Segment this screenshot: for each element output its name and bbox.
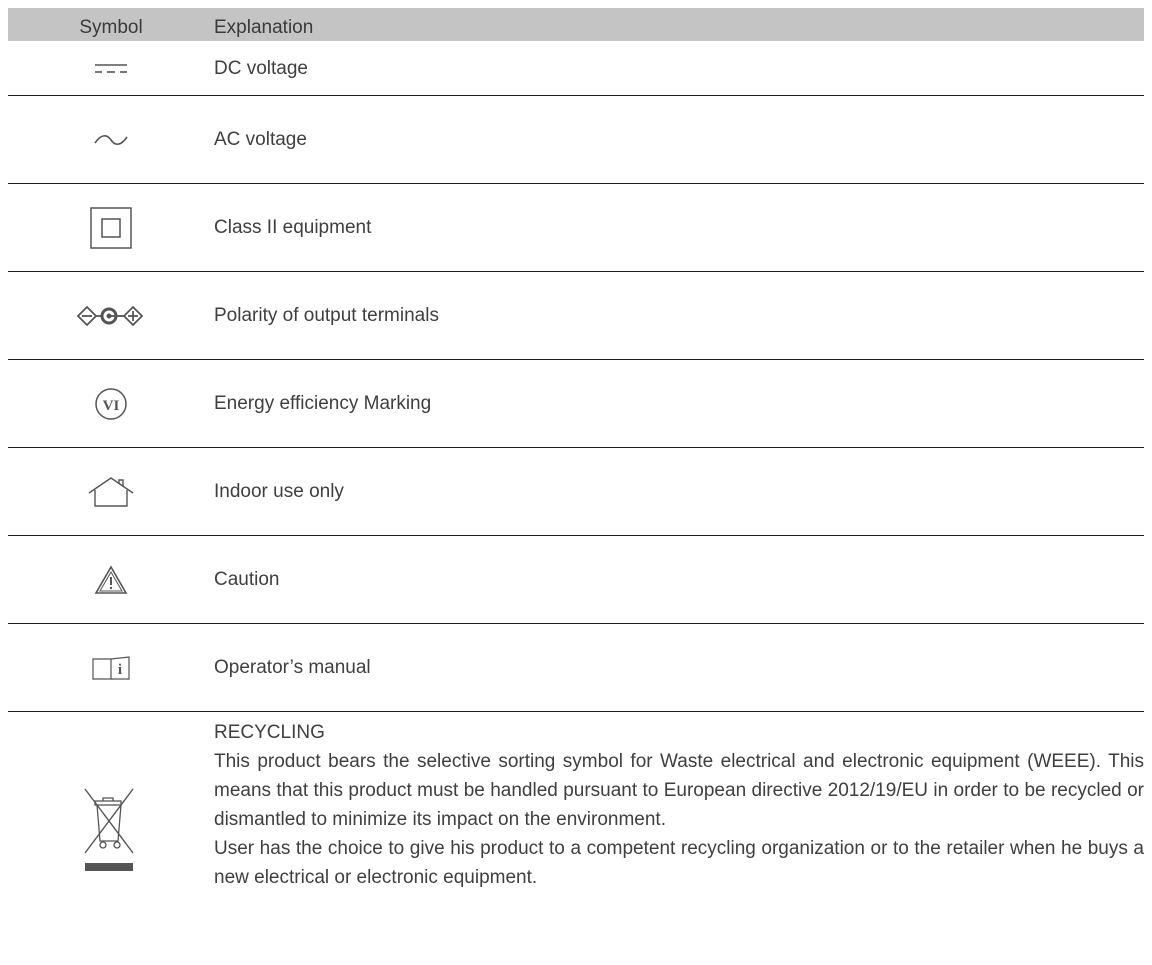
dc-voltage-icon xyxy=(95,63,127,73)
recycling-paragraph: This product bears the selective sorting… xyxy=(214,751,1144,830)
table-row: AC voltage xyxy=(8,96,1144,184)
table-row: Polarity of output terminals xyxy=(8,272,1144,360)
recycling-paragraph: User has the choice to give his product … xyxy=(214,838,1144,888)
row-text: Indoor use only xyxy=(214,481,344,502)
table-row: DC voltage xyxy=(8,41,1144,96)
row-text: Operator’s manual xyxy=(214,657,371,678)
svg-text:i: i xyxy=(118,662,122,678)
symbols-table: Symbol Explanation DC voltage AC voltage xyxy=(8,8,1144,944)
row-text: AC voltage xyxy=(214,129,307,150)
table-row: Indoor use only xyxy=(8,448,1144,536)
table-row: Caution xyxy=(8,536,1144,624)
row-text: Polarity of output terminals xyxy=(214,305,439,326)
table-row: Class II equipment xyxy=(8,184,1144,272)
table-row: VI Energy efficiency Marking xyxy=(8,360,1144,448)
recycling-title: RECYCLING xyxy=(214,722,325,743)
energy-efficiency-icon: VI xyxy=(95,388,127,420)
table-row: i Operator’s manual xyxy=(8,624,1144,712)
table-row: RECYCLING This product bears the selecti… xyxy=(8,712,1144,944)
class-ii-icon xyxy=(90,207,132,249)
caution-icon xyxy=(94,565,128,594)
row-text: Caution xyxy=(214,569,280,590)
row-text: Energy efficiency Marking xyxy=(214,393,432,414)
row-text: DC voltage xyxy=(214,57,308,79)
ac-voltage-icon xyxy=(94,135,128,145)
header-explanation: Explanation xyxy=(214,17,314,38)
header-symbol: Symbol xyxy=(79,17,143,38)
recycling-text: RECYCLING This product bears the selecti… xyxy=(214,718,1144,892)
row-text: Class II equipment xyxy=(214,217,372,238)
manual-icon: i xyxy=(92,656,130,680)
svg-text:VI: VI xyxy=(103,398,120,414)
table-header: Symbol Explanation xyxy=(8,8,1144,41)
polarity-icon xyxy=(76,305,144,327)
indoor-use-icon xyxy=(88,477,134,507)
weee-bin-icon xyxy=(84,788,134,871)
